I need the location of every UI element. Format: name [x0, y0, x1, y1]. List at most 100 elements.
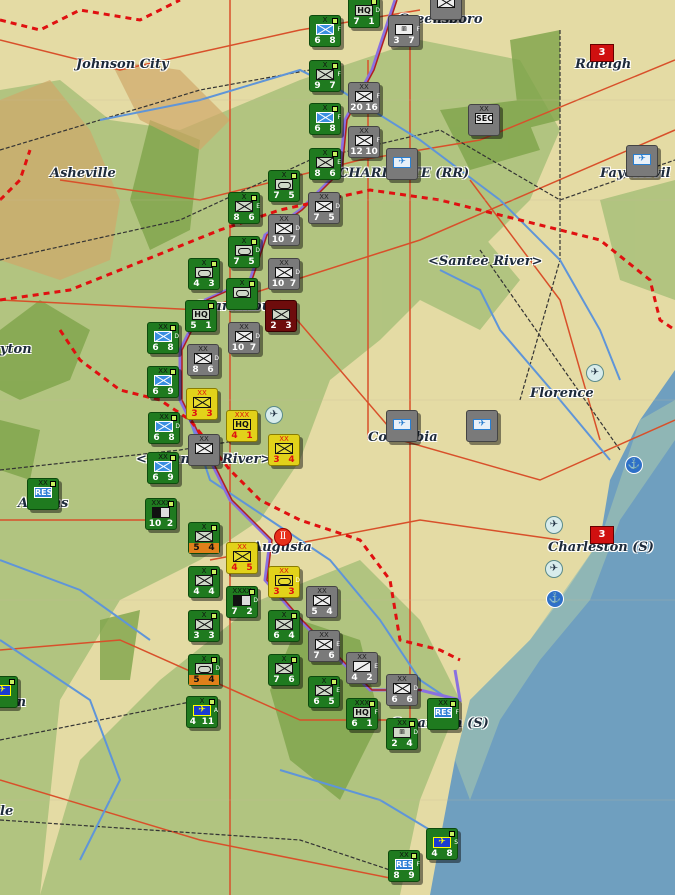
- attack-value: 7: [353, 17, 360, 27]
- axis-unit-counter[interactable]: XX 6 6 D: [386, 674, 418, 706]
- unit-strength: 43: [189, 279, 219, 289]
- allied-unit-counter[interactable]: XX 6 9: [147, 452, 179, 484]
- unit-strength: 54: [307, 607, 337, 617]
- allied-unit-counter[interactable]: ✈ 4 8 S: [426, 828, 458, 860]
- allied-unit-counter[interactable]: XX 6 8 D: [148, 412, 180, 444]
- mechanized-infantry-icon: [154, 331, 172, 342]
- mountain-icon: ⩎: [393, 727, 411, 738]
- axis-unit-counter[interactable]: XX 7 5 D: [308, 192, 340, 224]
- unit-status-flag: F: [337, 71, 341, 78]
- unit-ready-indicator: [170, 325, 176, 331]
- allied-unit-counter[interactable]: XX RES: [27, 478, 59, 510]
- axis-unit-counter[interactable]: XX 20 16 F: [348, 82, 380, 114]
- unit-ready-indicator: [170, 455, 176, 461]
- cavalry-icon: [353, 661, 371, 672]
- unit-ready-indicator: [332, 63, 338, 69]
- unit-status-flag: F: [416, 861, 420, 868]
- allied-unit-counter[interactable]: XX RES F: [427, 698, 459, 730]
- infantry-icon: [275, 663, 293, 674]
- hq-icon: HQ: [192, 309, 210, 320]
- unit-status-flag: E: [374, 663, 378, 670]
- allied-unit-counter[interactable]: X75D: [228, 236, 260, 268]
- italian-unit-counter[interactable]: XX 3 3: [186, 388, 218, 420]
- allied-unit-counter[interactable]: XX 6 9: [147, 366, 179, 398]
- allied-unit-counter[interactable]: ✈: [0, 676, 18, 708]
- allied-unit-counter[interactable]: X44: [188, 566, 220, 598]
- axis-unit-counter[interactable]: XX 10 7 D: [268, 258, 300, 290]
- move-value: 3: [285, 321, 292, 331]
- move-value: 4: [208, 587, 215, 597]
- allied-unit-counter[interactable]: X33: [188, 610, 220, 642]
- move-value: 7: [329, 81, 336, 91]
- allied-unit-counter[interactable]: X43: [188, 258, 220, 290]
- allied-unit-counter[interactable]: X65E: [308, 676, 340, 708]
- axis-unit-counter[interactable]: XX 7 6 E: [308, 630, 340, 662]
- unit-strength: 51: [186, 321, 216, 331]
- unit-status-flag: D: [295, 269, 300, 276]
- axis-unit-counter[interactable]: ⩎ 3 7 F: [388, 15, 420, 47]
- axis-unit-counter[interactable]: XX 12 10 F: [348, 126, 380, 158]
- axis-unit-counter[interactable]: XX 10 7 D: [268, 214, 300, 246]
- unit-size: XX: [479, 105, 489, 113]
- unit-ready-indicator: [249, 589, 255, 595]
- axis-unit-counter[interactable]: XX 5 4: [306, 586, 338, 618]
- allied-unit-counter[interactable]: XXXX 10 2: [145, 498, 177, 530]
- allied-unit-counter[interactable]: X75: [268, 170, 300, 202]
- axis-unit-counter[interactable]: XX SEC: [468, 104, 500, 136]
- allied-unit-counter[interactable]: X76: [268, 654, 300, 686]
- axis-unit-counter[interactable]: ✈: [386, 148, 418, 180]
- allied-unit-counter[interactable]: HQ 5 1: [185, 300, 217, 332]
- allied-unit-counter[interactable]: XX 6 8 D: [147, 322, 179, 354]
- attack-value: 4: [231, 563, 238, 573]
- italian-unit-counter[interactable]: XXX HQ 4 1: [226, 410, 258, 442]
- air-unit-icon: ✈: [473, 419, 491, 430]
- allied-unit-counter[interactable]: X86E: [228, 192, 260, 224]
- infantry-icon: [195, 575, 213, 586]
- unit-status-flag: D: [335, 203, 340, 210]
- allied-unit-counter[interactable]: X68F: [309, 15, 341, 47]
- allied-unit-counter[interactable]: X54D: [188, 654, 220, 686]
- allied-unit-counter[interactable]: XX ⩎ 2 4 D: [386, 718, 418, 750]
- allied-unit-counter[interactable]: X68F: [309, 103, 341, 135]
- allied-unit-counter[interactable]: HQ 7 1 D: [348, 0, 380, 28]
- infantry-icon: [233, 551, 251, 562]
- allied-unit-counter[interactable]: XXXX 7 2 D: [226, 586, 258, 618]
- unit-ready-indicator: [332, 106, 338, 112]
- allied-unit-counter[interactable]: XXX HQ 6 1 F: [346, 698, 378, 730]
- unit-status-flag: F: [374, 709, 378, 716]
- unit-strength: 44: [189, 587, 219, 597]
- unit-strength: 68: [310, 36, 340, 46]
- axis-unit-counter[interactable]: XX 8 6 D: [187, 344, 219, 376]
- allied-unit-counter[interactable]: X86E: [309, 148, 341, 180]
- italian-unit-counter[interactable]: XX 3 3 D: [268, 566, 300, 598]
- axis-unit-counter[interactable]: ✈: [626, 145, 658, 177]
- unit-strength: 10 7: [229, 343, 259, 353]
- unit-status-flag: E: [336, 687, 340, 694]
- red-unit-counter[interactable]: 23: [265, 300, 297, 332]
- allied-unit-counter[interactable]: XX RES 8 9 F: [388, 850, 420, 882]
- axis-unit-counter[interactable]: ✈: [466, 410, 498, 442]
- unit-size: XX: [317, 587, 327, 595]
- axis-unit-counter[interactable]: ✈: [386, 410, 418, 442]
- sec-icon: SEC: [475, 113, 494, 124]
- unit-size: XXX: [234, 411, 250, 419]
- allied-unit-counter[interactable]: X97F: [309, 60, 341, 92]
- attack-value: 4: [231, 431, 238, 441]
- infantry-icon: [355, 135, 373, 146]
- allied-unit-counter[interactable]: X64: [268, 610, 300, 642]
- axis-unit-counter[interactable]: XX: [430, 0, 462, 20]
- allied-unit-counter[interactable]: X54: [188, 522, 220, 554]
- allied-unit-counter[interactable]: X: [226, 278, 258, 310]
- attack-value: 4: [189, 717, 197, 727]
- axis-unit-counter[interactable]: XX 4 2 E: [346, 652, 378, 684]
- axis-unit-counter[interactable]: XX 10 7 D: [228, 322, 260, 354]
- unit-status-flag: D: [375, 7, 380, 14]
- unit-strength: 71: [349, 17, 379, 27]
- axis-unit-counter[interactable]: XX: [188, 434, 220, 466]
- unit-status-flag: D: [174, 333, 179, 340]
- infantry-icon: [194, 353, 212, 364]
- italian-unit-counter[interactable]: XX 4 5: [226, 542, 258, 574]
- infantry-icon: [275, 267, 293, 278]
- italian-unit-counter[interactable]: XX 3 4: [268, 434, 300, 466]
- allied-unit-counter[interactable]: X ✈ 4 11 A: [186, 696, 218, 728]
